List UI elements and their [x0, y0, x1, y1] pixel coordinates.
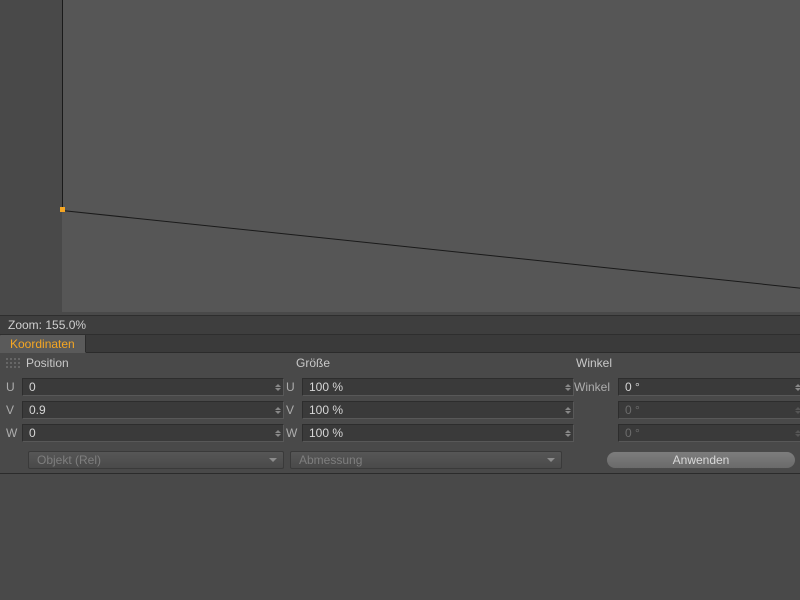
label-size-v: V: [284, 403, 302, 417]
input-angle-a[interactable]: 0 °: [618, 378, 800, 396]
spinner-position-w[interactable]: [273, 425, 283, 441]
spinner-position-v[interactable]: [273, 402, 283, 418]
input-position-w[interactable]: 0: [22, 424, 284, 442]
axis-vertical: [62, 0, 63, 210]
zoom-status: Zoom: 155.0%: [0, 315, 800, 335]
value-angle-c: 0 °: [619, 426, 793, 440]
input-position-v[interactable]: 0.9: [22, 401, 284, 419]
value-angle-a: 0 °: [619, 380, 793, 394]
spinner-size-w[interactable]: [563, 425, 573, 441]
dropdown-dimension-mode-label: Abmessung: [299, 453, 362, 467]
input-position-u[interactable]: 0: [22, 378, 284, 396]
spinner-angle-b: [793, 402, 800, 418]
label-position-v: V: [4, 403, 22, 417]
tab-koordinaten-label: Koordinaten: [10, 337, 75, 351]
label-size-w: W: [284, 426, 302, 440]
canvas-area: [62, 0, 800, 312]
dropdown-reference-mode[interactable]: Objekt (Rel): [28, 451, 284, 469]
tab-strip: Koordinaten: [0, 335, 800, 353]
value-size-u: 100 %: [303, 380, 563, 394]
chevron-down-icon: [547, 458, 555, 462]
value-position-w: 0: [23, 426, 273, 440]
label-position-w: W: [4, 426, 22, 440]
apply-button-label: Anwenden: [673, 453, 730, 467]
chevron-down-icon: [269, 458, 277, 462]
controls-row: Objekt (Rel) Abmessung Anwenden: [0, 447, 800, 473]
value-position-v: 0.9: [23, 403, 273, 417]
value-position-u: 0: [23, 380, 273, 394]
spinner-size-u[interactable]: [563, 379, 573, 395]
drag-grip-icon[interactable]: [4, 356, 20, 370]
fields-grid: U 0 U 100 % Winkel 0 ° V 0.9 V 100 % 0 °: [0, 373, 800, 447]
spinner-position-u[interactable]: [273, 379, 283, 395]
curve-handle[interactable]: [60, 207, 65, 212]
apply-button[interactable]: Anwenden: [606, 451, 796, 469]
panel-footer: [0, 473, 800, 474]
spline-viewport[interactable]: [0, 0, 800, 315]
zoom-label: Zoom: 155.0%: [8, 318, 86, 332]
header-groesse: Größe: [296, 356, 576, 370]
input-size-u[interactable]: 100 %: [302, 378, 574, 396]
value-size-v: 100 %: [303, 403, 563, 417]
spinner-size-v[interactable]: [563, 402, 573, 418]
label-angle: Winkel: [574, 380, 618, 394]
input-size-w[interactable]: 100 %: [302, 424, 574, 442]
dropdown-dimension-mode[interactable]: Abmessung: [290, 451, 562, 469]
spinner-angle-c: [793, 425, 800, 441]
header-winkel: Winkel: [576, 356, 776, 370]
input-size-v[interactable]: 100 %: [302, 401, 574, 419]
input-angle-b: 0 °: [618, 401, 800, 419]
value-size-w: 100 %: [303, 426, 563, 440]
coordinates-panel: Position Größe Winkel U 0 U 100 % Winkel…: [0, 353, 800, 600]
input-angle-c: 0 °: [618, 424, 800, 442]
header-position: Position: [26, 356, 296, 370]
tab-koordinaten[interactable]: Koordinaten: [0, 335, 86, 353]
label-position-u: U: [4, 380, 22, 394]
column-headers: Position Größe Winkel: [0, 353, 800, 373]
spinner-angle-a[interactable]: [793, 379, 800, 395]
value-angle-b: 0 °: [619, 403, 793, 417]
label-size-u: U: [284, 380, 302, 394]
dropdown-reference-mode-label: Objekt (Rel): [37, 453, 101, 467]
